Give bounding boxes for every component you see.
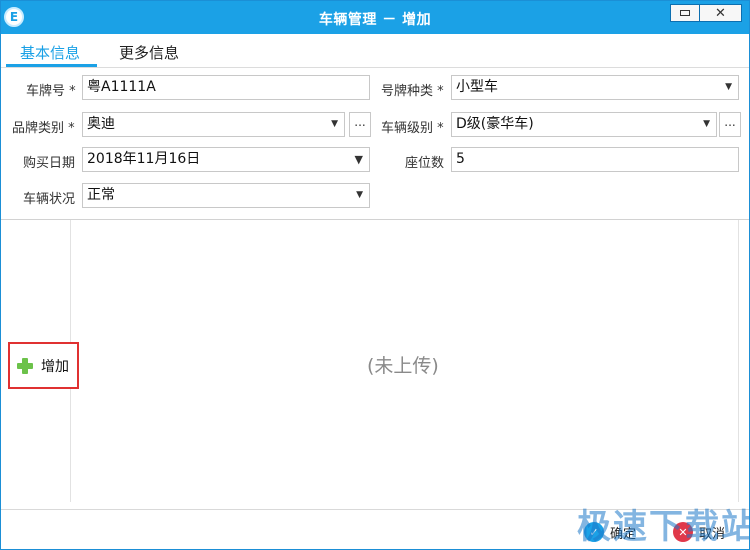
dialog-footer: ✓ 确定 ✕ 取消 <box>1 509 749 549</box>
dropdown-arrow-icon: ▼ <box>331 119 338 129</box>
add-attachment-label: 增加 <box>41 358 69 375</box>
plate-type-label: 号牌种类 * <box>381 84 444 99</box>
vehicle-level-select[interactable]: D级(豪华车) ▼ <box>451 112 717 137</box>
vehicle-status-value: 正常 <box>87 187 115 203</box>
plate-number-input[interactable]: 粤A1111A <box>82 75 370 100</box>
scrollbar[interactable] <box>738 220 739 502</box>
active-tab-indicator <box>6 64 97 67</box>
tab-more-info[interactable]: 更多信息 <box>119 42 179 63</box>
upload-status-text: (未上传) <box>367 355 439 377</box>
title-bar: E 车辆管理 － 增加 ✕ <box>1 1 749 34</box>
cancel-button-label: 取消 <box>699 526 726 542</box>
vehicle-status-select[interactable]: 正常 ▼ <box>82 183 370 208</box>
dialog-window: E 车辆管理 － 增加 ✕ 基本信息 更多信息 车牌号 * 粤A1111A 号牌… <box>0 0 750 550</box>
brand-label: 品牌类别 * <box>12 121 75 136</box>
ok-button[interactable]: ✓ 确定 <box>584 520 636 544</box>
vehicle-level-value: D级(豪华车) <box>456 116 534 132</box>
plate-type-value: 小型车 <box>456 79 498 95</box>
minimize-icon <box>680 10 690 16</box>
dropdown-arrow-icon: ▼ <box>725 82 732 92</box>
ok-button-label: 确定 <box>610 526 637 542</box>
vehicle-level-more-button[interactable]: ... <box>719 112 741 137</box>
plate-type-select[interactable]: 小型车 ▼ <box>451 75 739 100</box>
seats-label: 座位数 <box>405 156 445 171</box>
close-button[interactable]: ✕ <box>699 4 742 22</box>
plus-icon <box>17 357 33 374</box>
date-dropdown-arrow-icon: ▼ <box>354 153 363 166</box>
vehicle-level-label: 车辆级别 * <box>381 121 444 136</box>
purchase-date-picker[interactable]: 2018年11月16日 ▼ <box>82 147 370 172</box>
brand-value: 奥迪 <box>87 116 115 132</box>
tab-basic-info[interactable]: 基本信息 <box>20 42 80 63</box>
vehicle-status-label: 车辆状况 <box>23 192 76 207</box>
seats-input[interactable]: 5 <box>451 147 739 172</box>
dropdown-arrow-icon: ▼ <box>356 190 363 200</box>
cancel-button[interactable]: ✕ 取消 <box>673 520 725 544</box>
brand-more-button[interactable]: ... <box>349 112 371 137</box>
plate-number-label: 车牌号 * <box>26 84 76 99</box>
dropdown-arrow-icon: ▼ <box>703 119 710 129</box>
tab-bar: 基本信息 更多信息 <box>1 34 749 68</box>
minimize-button[interactable] <box>670 4 700 22</box>
purchase-date-value: 2018年11月16日 <box>87 151 201 167</box>
purchase-date-label: 购买日期 <box>23 156 76 171</box>
cancel-icon: ✕ <box>673 522 693 542</box>
window-title: 车辆管理 － 增加 <box>318 12 432 28</box>
add-attachment-button[interactable]: 增加 <box>8 342 79 389</box>
attachment-panel: 增加 (未上传) <box>1 219 749 509</box>
brand-select[interactable]: 奥迪 ▼ <box>82 112 345 137</box>
check-icon: ✓ <box>584 522 604 542</box>
